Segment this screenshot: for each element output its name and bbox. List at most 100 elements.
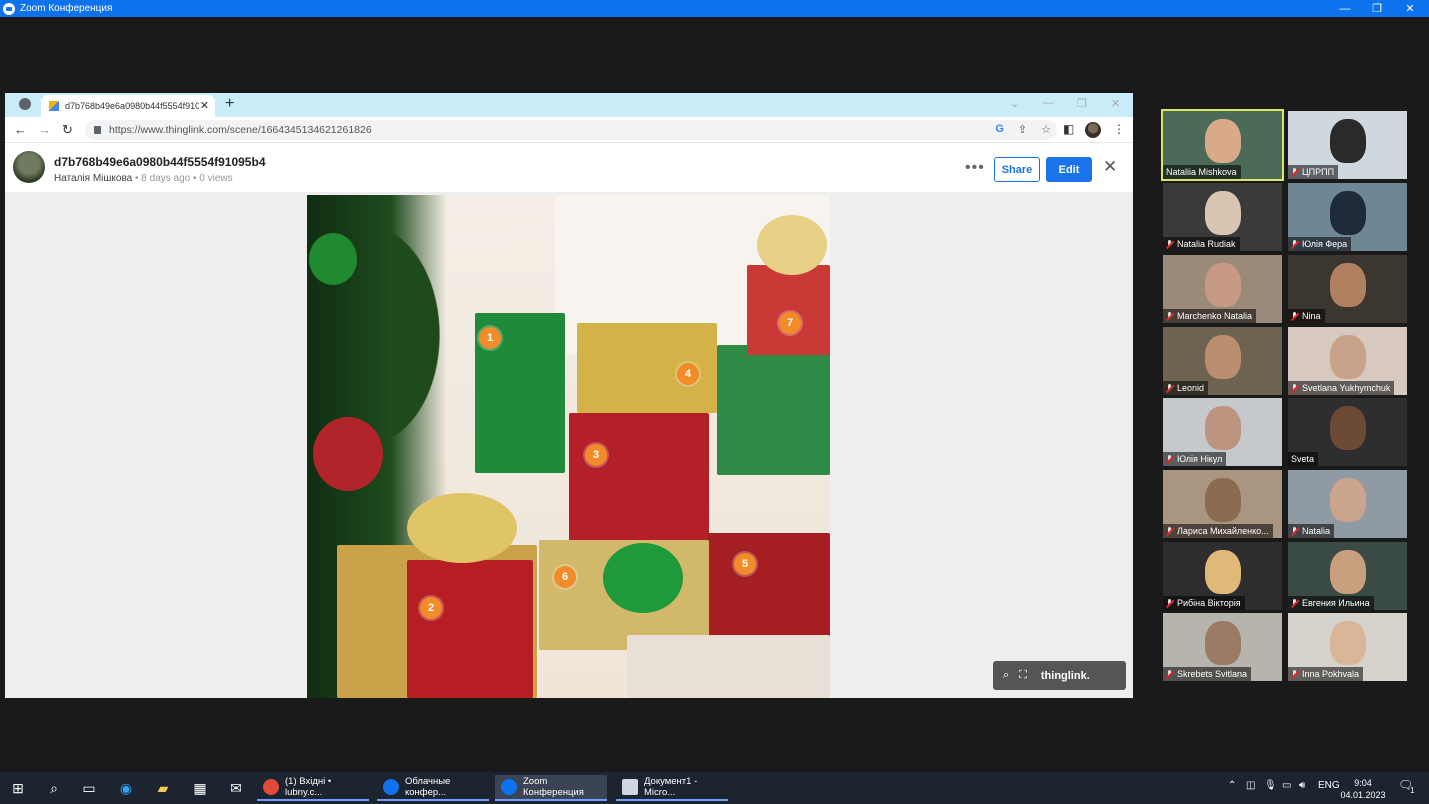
zoom-search-icon[interactable]: ⌕ [1003,669,1009,682]
taskbar-app-label: Документ1 - Micro... [644,776,698,798]
participant-tile[interactable]: Natalia [1288,470,1407,538]
new-tab-icon[interactable]: + [225,95,234,113]
hotspot-3[interactable]: 3 [585,444,607,466]
chevron-up-icon[interactable]: ⌃ [1228,780,1236,791]
hotspot-1[interactable]: 1 [479,327,501,349]
tab-close-icon[interactable]: ✕ [200,99,209,112]
windows-start-icon[interactable]: ⊞ [8,778,28,798]
christmas-gifts-image: 1 2 3 4 5 6 7 [307,195,830,698]
browser-minimize-icon[interactable]: — [1043,97,1054,109]
participant-tile[interactable]: Лариса Михайленко... [1163,470,1282,538]
restore-button[interactable]: ❐ [1362,0,1392,17]
author-avatar[interactable] [13,151,45,183]
muted-mic-icon [1291,239,1298,249]
taskbar-app-word[interactable]: Документ1 - Micro... [616,775,728,801]
taskbar-app-zoom-meeting[interactable]: Zoom Конференция [495,775,607,801]
taskbar-app-zoom-cloud[interactable]: Облачные конфер... [377,775,489,801]
participant-tile[interactable]: Skrebets Svitlana [1163,613,1282,681]
google-lens-icon[interactable]: G [995,123,1004,136]
language-indicator[interactable]: ENG [1318,780,1340,791]
hotspot-2[interactable]: 2 [420,597,442,619]
chrome-menu-icon[interactable]: ⋮ [1113,122,1125,136]
hotspot-7[interactable]: 7 [779,312,801,334]
mail-icon[interactable]: ✉ [226,778,246,798]
browser-close-icon[interactable]: ✕ [1111,97,1120,110]
hotspot-6[interactable]: 6 [554,566,576,588]
participant-name: Юлія Нікул [1177,454,1223,464]
more-options-icon[interactable]: ••• [965,159,985,177]
participant-tile[interactable]: Natalia Rudiak [1163,183,1282,251]
participant-tile[interactable]: Nataliia Mishkova [1161,109,1284,181]
participant-video [1329,335,1366,379]
participant-tile[interactable]: Юлія Нікул [1163,398,1282,466]
participant-video [1329,550,1366,594]
browser-tab[interactable]: d7b768b49e6a0980b44f5554f91095b4 ✕ [41,95,215,117]
file-explorer-icon[interactable]: ▰ [153,778,173,798]
store-icon[interactable]: ▦ [190,778,210,798]
profile-avatar[interactable] [1085,122,1101,138]
volume-icon[interactable]: 🔊︎ [1299,780,1305,791]
microphone-icon[interactable]: 🎙︎ [1264,780,1277,791]
participant-tile[interactable]: Marchenko Natalia [1163,255,1282,323]
gold-bow-top [757,215,827,275]
participant-tile[interactable]: Рибіна Вікторія [1163,542,1282,610]
participant-tile[interactable]: Leonid [1163,327,1282,395]
hotspot-5[interactable]: 5 [734,553,756,575]
clock-date: 04.01.2023 [1340,790,1386,800]
participant-video [1329,478,1366,522]
participant-tile[interactable]: Svetlana Yukhymchuk [1288,327,1407,395]
scene-views: 0 views [199,173,233,184]
share-page-icon[interactable]: ⇪ [1018,123,1027,136]
author-name[interactable]: Наталія Мішкова [54,173,132,184]
participant-name: Лариса Михайленко... [1177,526,1269,536]
forward-arrow-icon[interactable]: → [38,122,51,137]
search-icon[interactable]: ⌕ [44,778,64,798]
participant-video [1204,119,1241,163]
participant-video [1204,406,1241,450]
zoom-window-title: Zoom Конференция [20,3,113,14]
network-icon[interactable]: ▭ [1282,780,1291,791]
browser-maximize-icon[interactable]: ❐ [1077,97,1087,110]
muted-mic-icon [1166,311,1173,321]
browser-tab-bar: d7b768b49e6a0980b44f5554f91095b4 ✕ + ⌄ —… [5,93,1133,117]
taskbar-app-chrome[interactable]: (1) Вхідні • lubny.c... [257,775,369,801]
hotspot-4[interactable]: 4 [677,363,699,385]
participant-tile[interactable]: ЦПРПП [1288,111,1407,179]
bookmark-star-icon[interactable]: ☆ [1041,123,1051,136]
chrome-icon [263,779,279,795]
participant-name: Sveta [1291,454,1315,464]
participant-tile[interactable]: Юлія Фера [1288,183,1407,251]
address-bar[interactable]: https://www.thinglink.com/scene/16643451… [85,120,1057,140]
zoom-title-bar: Zoom Конференция — ❐ ✕ [0,0,1429,17]
thinglink-favicon-icon [49,101,59,111]
back-arrow-icon[interactable]: ← [14,122,27,137]
share-button[interactable]: Share [994,157,1040,182]
globe-icon[interactable] [19,98,31,110]
tab-search-icon[interactable]: ⌄ [1010,97,1019,110]
edit-button[interactable]: Edit [1046,157,1092,182]
participant-tile[interactable]: Sveta [1288,398,1407,466]
fullscreen-icon[interactable]: ⛶ [1019,669,1027,682]
side-panel-icon[interactable]: ◧ [1063,122,1074,136]
thinglink-brand[interactable]: thinglink. [1041,670,1090,682]
participant-name-tag: Inna Pokhvala [1288,667,1364,681]
participant-name-tag: Sveta [1288,452,1319,466]
participant-name-tag: Юлія Фера [1288,237,1352,251]
participant-name-tag: Юлія Нікул [1163,452,1227,466]
participant-tile[interactable]: Nina [1288,255,1407,323]
participant-tile[interactable]: Евгения Ильина [1288,542,1407,610]
taskbar-app-label: Zoom Конференция [523,776,584,798]
zoom-logo-icon [3,2,15,15]
minimize-button[interactable]: — [1330,0,1360,17]
edge-icon[interactable]: ◉ [116,778,136,798]
camera-icon[interactable]: ◫ [1246,780,1255,791]
participant-name-tag: Svetlana Yukhymchuk [1288,381,1395,395]
reload-icon[interactable]: ↻ [62,122,73,138]
participant-tile[interactable]: Inna Pokhvala [1288,613,1407,681]
participant-video [1204,550,1241,594]
url-text: https://www.thinglink.com/scene/16643451… [109,124,372,136]
close-scene-icon[interactable]: ✕ [1103,157,1117,177]
task-view-icon[interactable]: ▭ [79,778,99,798]
system-clock[interactable]: 9:04 04.01.2023 [1340,777,1386,801]
close-button[interactable]: ✕ [1395,0,1425,17]
